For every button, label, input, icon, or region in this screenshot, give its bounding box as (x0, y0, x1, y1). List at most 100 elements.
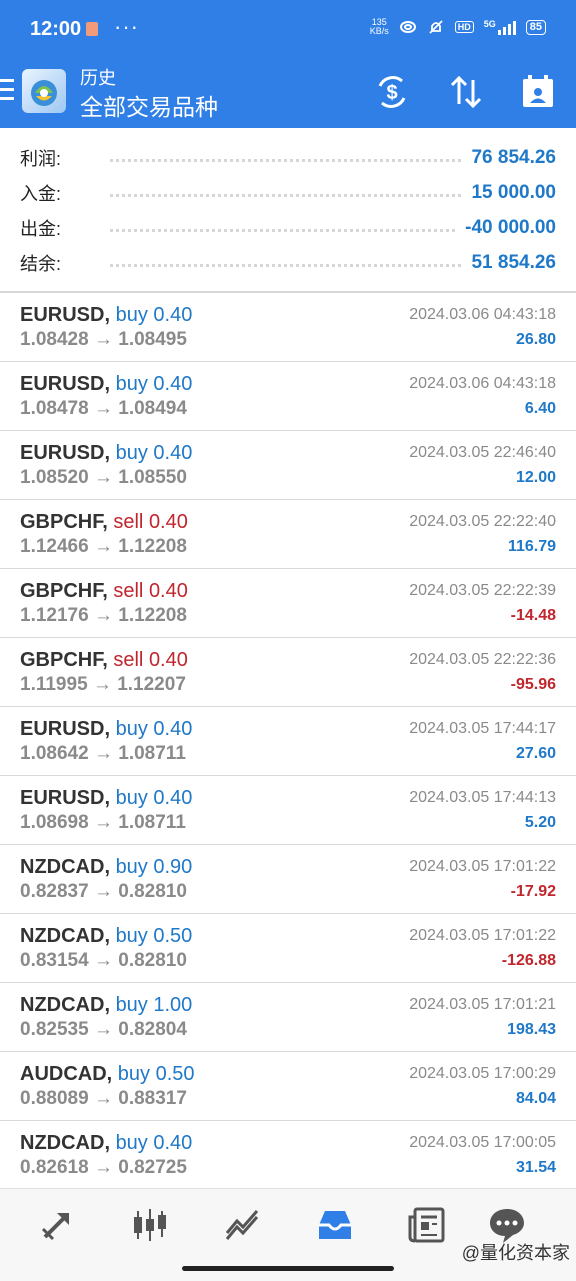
trade-symbol-line: NZDCAD, buy 1.00 (20, 994, 192, 1017)
separator: , (104, 856, 116, 878)
trade-time: 2024.03.05 17:44:17 (409, 720, 556, 737)
header-title[interactable]: 全部交易品种 (80, 88, 218, 122)
trade-row[interactable]: NZDCAD, buy 0.50 0.83154 → 0.82810 2024.03… (0, 914, 576, 983)
trade-side: buy (115, 718, 148, 740)
trade-prices: 1.12466 → 1.12208 (20, 536, 187, 558)
trade-volume: 1.00 (153, 994, 193, 1016)
trade-time: 2024.03.05 17:01:22 (409, 927, 556, 944)
trade-profit: 116.79 (507, 538, 556, 555)
watermark: @量化资本家 (461, 1243, 570, 1263)
trade-volume: 0.40 (153, 373, 193, 395)
trade-volume: 0.40 (148, 511, 188, 533)
quotes-arrows-icon[interactable] (37, 1205, 77, 1245)
trade-symbol-line: EURUSD, buy 0.40 (20, 718, 192, 741)
summary-label: 入金: (20, 184, 62, 204)
separator: , (102, 511, 114, 533)
trade-row[interactable]: EURUSD, buy 0.40 1.08520 → 1.08550 2024.03… (0, 431, 576, 500)
trade-prices: 1.11995 → 1.12207 (20, 674, 186, 696)
calendar-icon[interactable] (518, 72, 558, 112)
trade-side: buy (115, 856, 148, 878)
history-inbox-icon[interactable] (315, 1205, 355, 1245)
separator: , (104, 925, 116, 947)
arrow-right-icon: → (88, 881, 119, 902)
trade-symbol: EURUSD (20, 304, 105, 326)
open-price: 0.82535 (20, 1019, 89, 1040)
summary-label: 结余: (20, 254, 62, 274)
trade-symbol-line: NZDCAD, buy 0.90 (20, 856, 192, 879)
summary-value: -40 000.00 (465, 217, 556, 238)
trade-profit: 26.80 (515, 331, 556, 348)
arrow-right-icon: → (88, 1157, 119, 1178)
sort-icon[interactable] (446, 72, 486, 112)
trade-prices: 1.08478 → 1.08494 (20, 398, 187, 420)
open-price: 1.12176 (20, 605, 89, 626)
open-price: 1.08478 (20, 398, 89, 419)
trade-row[interactable]: GBPCHF, sell 0.40 1.11995 → 1.12207 2024.0… (0, 638, 576, 707)
trade-profit: -95.96 (510, 676, 556, 693)
menu-icon[interactable] (0, 79, 14, 103)
chart-candles-icon[interactable] (130, 1205, 170, 1245)
separator: , (104, 994, 116, 1016)
account-summary: 利润: 76 854.26 入金: 15 000.00 出金: -40 000.… (0, 128, 576, 292)
trade-symbol: GBPCHF (20, 511, 103, 533)
trade-symbol: NZDCAD (20, 1132, 105, 1154)
trade-volume: 0.40 (153, 442, 193, 464)
trade-row[interactable]: EURUSD, buy 0.40 1.08642 → 1.08711 2024.03… (0, 707, 576, 776)
separator: , (102, 580, 114, 602)
trade-prices: 0.83154 → 0.82810 (20, 950, 187, 972)
close-price: 0.82810 (118, 950, 187, 971)
trade-profit: -17.92 (510, 883, 556, 900)
trade-row[interactable]: GBPCHF, sell 0.40 1.12466 → 1.12208 2024.0… (0, 500, 576, 569)
trade-row[interactable]: EURUSD, buy 0.40 1.08428 → 1.08495 2024.03… (0, 293, 576, 362)
open-price: 0.88089 (20, 1088, 89, 1109)
trade-row[interactable]: NZDCAD, buy 1.00 0.82535 → 0.82804 2024.03… (0, 983, 576, 1052)
open-price: 1.08520 (20, 467, 89, 488)
arrow-right-icon: → (88, 1019, 119, 1040)
trade-row[interactable]: AUDCAD, buy 0.50 0.88089 → 0.88317 2024.03… (0, 1052, 576, 1121)
app-bar: 历史 全部交易品种 $ (0, 60, 576, 128)
network-type: 5G (483, 19, 496, 29)
trade-row[interactable]: NZDCAD, buy 0.90 0.82837 → 0.82810 2024.03… (0, 845, 576, 914)
trade-symbol: EURUSD (20, 718, 105, 740)
app-logo (22, 69, 66, 113)
arrow-right-icon: → (88, 1088, 119, 1109)
summary-label: 出金: (20, 219, 62, 239)
trade-prices: 1.08698 → 1.08711 (20, 812, 186, 834)
hotspot-icon (399, 21, 416, 33)
trade-side: buy (115, 994, 148, 1016)
trade-profit: 84.04 (515, 1090, 556, 1107)
summary-row-withdrawal: 出金: -40 000.00 (20, 213, 556, 243)
status-right: 135 KB/s HD 5G 85 (370, 18, 546, 36)
trade-row[interactable]: NZDCAD, buy 0.40 0.82618 → 0.82725 2024.03… (0, 1121, 576, 1190)
trade-row[interactable]: EURUSD, buy 0.40 1.08478 → 1.08494 2024.03… (0, 362, 576, 431)
trade-volume: 0.40 (148, 580, 188, 602)
svg-text:$: $ (386, 82, 397, 104)
trade-volume: 0.40 (153, 304, 193, 326)
close-price: 1.08711 (118, 812, 186, 833)
summary-row-balance: 结余: 51 854.26 (20, 248, 556, 278)
close-price: 1.08495 (118, 329, 187, 350)
open-price: 0.82837 (20, 881, 89, 902)
signal-bars-icon (497, 19, 516, 35)
trade-row[interactable]: GBPCHF, sell 0.40 1.12176 → 1.12208 2024.0… (0, 569, 576, 638)
arrow-right-icon: → (88, 536, 119, 557)
trade-symbol-line: AUDCAD, buy 0.50 (20, 1063, 195, 1086)
open-price: 0.83154 (20, 950, 89, 971)
separator: , (104, 304, 116, 326)
trade-symbol: GBPCHF (20, 649, 103, 671)
metatrader-logo-icon (31, 80, 57, 106)
trade-prices: 1.12176 → 1.12208 (20, 605, 187, 627)
trade-row[interactable]: EURUSD, buy 0.40 1.08698 → 1.08711 2024.03… (0, 776, 576, 845)
summary-leader (110, 228, 456, 232)
deposit-dollar-icon[interactable]: $ (372, 72, 412, 112)
news-icon[interactable] (407, 1205, 447, 1245)
trade-icon[interactable] (223, 1205, 263, 1245)
trade-prices: 0.82837 → 0.82810 (20, 881, 187, 903)
trade-profit: 5.20 (524, 814, 556, 831)
home-indicator[interactable] (182, 1266, 394, 1271)
summary-value: 51 854.26 (471, 252, 556, 273)
summary-leader (110, 263, 462, 267)
summary-value: 76 854.26 (471, 147, 556, 168)
close-price: 1.12208 (118, 536, 187, 557)
trade-volume: 0.50 (153, 925, 193, 947)
